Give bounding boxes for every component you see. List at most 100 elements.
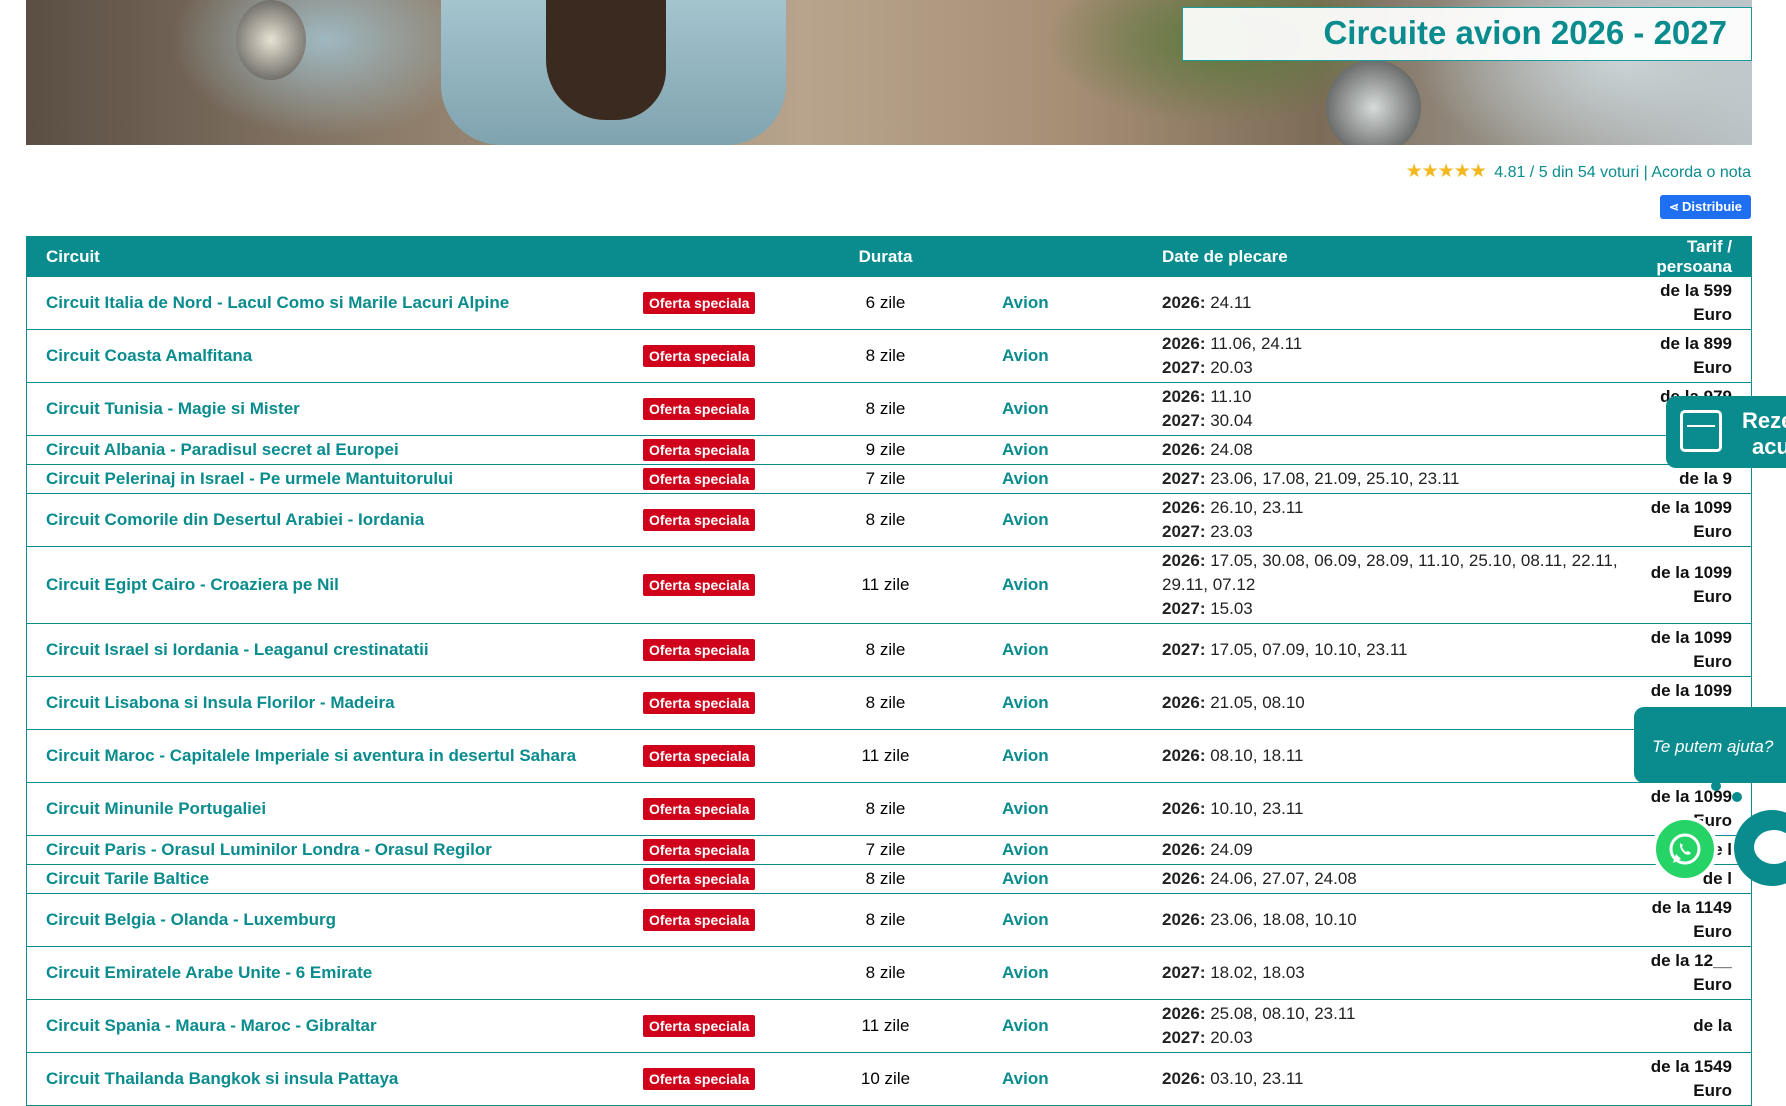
transport-link[interactable]: Avion	[978, 729, 1162, 783]
price: de la 1149 Euro	[1622, 893, 1752, 947]
departure-days: 23.06, 18.08, 10.10	[1210, 910, 1357, 929]
hero-banner: Circuite avion 2026 - 2027	[26, 0, 1752, 145]
table-row[interactable]: Circuit Belgia - Olanda - Luxemburg Ofert…	[26, 893, 1752, 947]
badge-cell: Oferta speciala	[643, 893, 793, 947]
circuit-link[interactable]: Circuit Egipt Cairo - Croaziera pe Nil	[26, 546, 643, 624]
departure-line: 2026: 21.05, 08.10	[1162, 691, 1622, 715]
departure-line: 2026: 03.10, 23.11	[1162, 1067, 1622, 1091]
book-now-widget[interactable]: Reze acu	[1666, 396, 1786, 468]
circuit-link[interactable]: Circuit Thailanda Bangkok si insula Patt…	[26, 1052, 643, 1106]
price: de la 1549 Euro	[1622, 1052, 1752, 1106]
table-row[interactable]: Circuit Pelerinaj in Israel - Pe urmele …	[26, 464, 1752, 494]
departure-days: 24.09	[1210, 840, 1253, 859]
table-row[interactable]: Circuit Comorile din Desertul Arabiei - …	[26, 493, 1752, 547]
table-row[interactable]: Circuit Emiratele Arabe Unite - 6 Emirat…	[26, 946, 1752, 1000]
transport-link[interactable]: Avion	[978, 382, 1162, 436]
transport-link[interactable]: Avion	[978, 864, 1162, 894]
special-offer-badge: Oferta speciala	[643, 639, 756, 661]
circuit-link[interactable]: Circuit Belgia - Olanda - Luxemburg	[26, 893, 643, 947]
table-row[interactable]: Circuit Israel si Iordania - Leaganul cr…	[26, 623, 1752, 677]
table-row[interactable]: Circuit Paris - Orasul Luminilor Londra …	[26, 835, 1752, 865]
table-row[interactable]: Circuit Italia de Nord - Lacul Como si M…	[26, 277, 1752, 330]
rating: ★★★★★ 4.81 / 5 din 54 voturi | Acorda o …	[1406, 160, 1751, 183]
badge-cell: Oferta speciala	[643, 676, 793, 730]
circuit-link[interactable]: Circuit Minunile Portugaliei	[26, 782, 643, 836]
table-row[interactable]: Circuit Thailanda Bangkok si insula Patt…	[26, 1052, 1752, 1106]
badge-cell: Oferta speciala	[643, 864, 793, 894]
whatsapp-button[interactable]	[1652, 816, 1718, 882]
circuit-link[interactable]: Circuit Paris - Orasul Luminilor Londra …	[26, 835, 643, 865]
departure-dates: 2026: 03.10, 23.11	[1162, 1052, 1622, 1106]
transport-link[interactable]: Avion	[978, 546, 1162, 624]
table-row[interactable]: Circuit Spania - Maura - Maroc - Gibralt…	[26, 999, 1752, 1053]
departure-line: 2027: 20.03	[1162, 356, 1622, 380]
departure-line: 2027: 15.03	[1162, 597, 1622, 621]
rating-stars-icon[interactable]: ★★★★★	[1406, 161, 1487, 182]
banner-person-hair	[546, 0, 666, 120]
departure-line: 2026: 24.08	[1162, 438, 1622, 462]
transport-link[interactable]: Avion	[978, 946, 1162, 1000]
departure-year: 2027:	[1162, 358, 1206, 377]
transport-link[interactable]: Avion	[978, 435, 1162, 465]
departure-dates: 2026: 11.10 2027: 30.04	[1162, 382, 1622, 436]
vote-link[interactable]: Acorda o nota	[1651, 164, 1751, 181]
circuit-link[interactable]: Circuit Spania - Maura - Maroc - Gibralt…	[26, 999, 643, 1053]
departure-line: 2027: 20.03	[1162, 1026, 1622, 1050]
circuit-link[interactable]: Circuit Albania - Paradisul secret al Eu…	[26, 435, 643, 465]
special-offer-badge: Oferta speciala	[643, 1015, 756, 1037]
transport-link[interactable]: Avion	[978, 623, 1162, 677]
table-row[interactable]: Circuit Tunisia - Magie si Mister Oferta …	[26, 382, 1752, 436]
departure-line: 2026: 11.06, 24.11	[1162, 332, 1622, 356]
badge-cell: Oferta speciala	[643, 835, 793, 865]
table-row[interactable]: Circuit Coasta Amalfitana Oferta speciala…	[26, 329, 1752, 383]
departure-dates: 2026: 25.08, 08.10, 23.11 2027: 20.03	[1162, 999, 1622, 1053]
departure-year: 2027:	[1162, 411, 1206, 430]
circuit-link[interactable]: Circuit Tarile Baltice	[26, 864, 643, 894]
badge-cell: Oferta speciala	[643, 435, 793, 465]
table-row[interactable]: Circuit Minunile Portugaliei Oferta speci…	[26, 782, 1752, 836]
departure-days: 21.05, 08.10	[1210, 693, 1305, 712]
transport-link[interactable]: Avion	[978, 277, 1162, 330]
departure-days: 24.08	[1210, 440, 1253, 459]
table-row[interactable]: Circuit Albania - Paradisul secret al Eu…	[26, 435, 1752, 465]
departure-days: 26.10, 23.11	[1210, 498, 1304, 517]
circuit-link[interactable]: Circuit Tunisia - Magie si Mister	[26, 382, 643, 436]
badge-cell: Oferta speciala	[643, 1052, 793, 1106]
circuit-link[interactable]: Circuit Pelerinaj in Israel - Pe urmele …	[26, 464, 643, 494]
transport-link[interactable]: Avion	[978, 1052, 1162, 1106]
table-row[interactable]: Circuit Maroc - Capitalele Imperiale si …	[26, 729, 1752, 783]
circuit-link[interactable]: Circuit Italia de Nord - Lacul Como si M…	[26, 277, 643, 330]
share-button[interactable]: ⋖ Distribuie	[1659, 195, 1751, 219]
table-row[interactable]: Circuit Lisabona si Insula Florilor - Ma…	[26, 676, 1752, 730]
transport-link[interactable]: Avion	[978, 782, 1162, 836]
transport-link[interactable]: Avion	[978, 329, 1162, 383]
special-offer-badge: Oferta speciala	[643, 692, 756, 714]
departure-dates: 2026: 11.06, 24.11 2027: 20.03	[1162, 329, 1622, 383]
header-transport	[978, 236, 1162, 277]
circuit-link[interactable]: Circuit Maroc - Capitalele Imperiale si …	[26, 729, 643, 783]
help-chat-prompt[interactable]: Te putem ajuta?	[1634, 707, 1786, 783]
special-offer-badge: Oferta speciala	[643, 1068, 756, 1090]
circuit-link[interactable]: Circuit Lisabona si Insula Florilor - Ma…	[26, 676, 643, 730]
circuit-link[interactable]: Circuit Emiratele Arabe Unite - 6 Emirat…	[26, 946, 643, 1000]
circuit-link[interactable]: Circuit Coasta Amalfitana	[26, 329, 643, 383]
circuit-link[interactable]: Circuit Comorile din Desertul Arabiei - …	[26, 493, 643, 547]
duration: 8 zile	[793, 864, 978, 894]
departure-line: 2026: 17.05, 30.08, 06.09, 28.09, 11.10,…	[1162, 549, 1622, 597]
transport-link[interactable]: Avion	[978, 464, 1162, 494]
table-row[interactable]: Circuit Tarile Baltice Oferta speciala 8 z…	[26, 864, 1752, 894]
transport-link[interactable]: Avion	[978, 676, 1162, 730]
departure-year: 2026:	[1162, 1069, 1206, 1088]
transport-link[interactable]: Avion	[978, 893, 1162, 947]
table-row[interactable]: Circuit Egipt Cairo - Croaziera pe Nil Of…	[26, 546, 1752, 624]
departure-year: 2026:	[1162, 799, 1206, 818]
banner-lamp	[236, 0, 306, 80]
departure-line: 2026: 11.10	[1162, 385, 1622, 409]
transport-link[interactable]: Avion	[978, 835, 1162, 865]
chat-dot-icon	[1732, 792, 1742, 802]
duration: 7 zile	[793, 835, 978, 865]
circuit-link[interactable]: Circuit Israel si Iordania - Leaganul cr…	[26, 623, 643, 677]
departure-line: 2026: 24.06, 27.07, 24.08	[1162, 867, 1622, 891]
transport-link[interactable]: Avion	[978, 999, 1162, 1053]
transport-link[interactable]: Avion	[978, 493, 1162, 547]
